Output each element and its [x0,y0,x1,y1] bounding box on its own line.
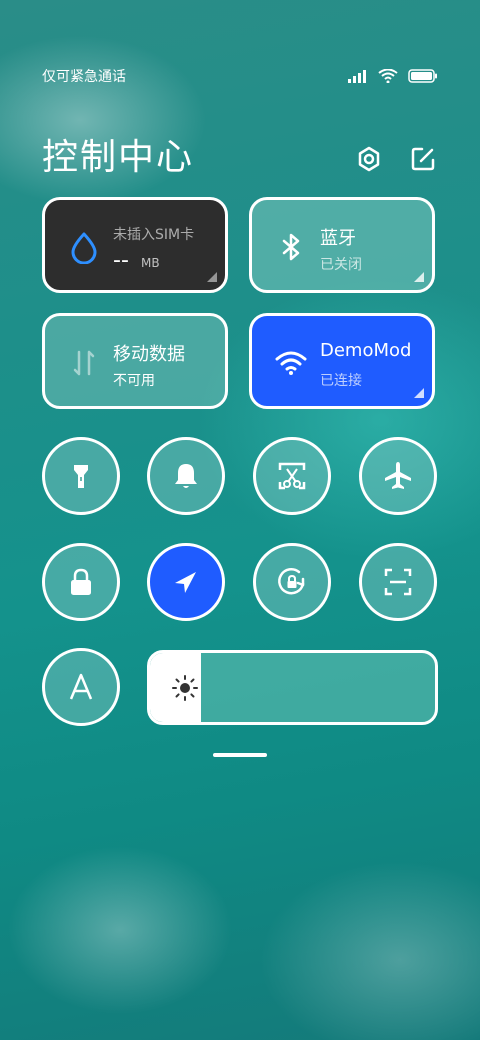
mobile-data-card[interactable]: 移动数据 不可用 [42,313,228,409]
lock-screen-toggle[interactable] [42,543,120,621]
mobile-data-status: 不可用 [113,373,155,389]
settings-icon[interactable] [354,144,384,174]
screenshot-toggle[interactable] [253,437,331,515]
status-bar: 仅可紧急通话 [42,64,438,88]
screenshot-icon [278,462,306,490]
signal-icon [348,70,366,83]
rotation-lock-toggle[interactable] [253,543,331,621]
expand-corner-icon [414,388,424,398]
mobile-data-label: 移动数据 [113,344,185,365]
sim-status-label: 未插入SIM卡 [113,227,195,243]
airplane-icon [385,462,411,489]
bell-icon [175,464,197,488]
drawer-handle[interactable] [213,753,267,757]
data-usage-value: -- [113,248,129,273]
carrier-text: 仅可紧急通话 [42,69,126,85]
scanner-toggle[interactable] [359,543,437,621]
wifi-icon [378,69,398,83]
data-usage-unit: MB [141,256,160,270]
data-usage-card[interactable]: 未插入SIM卡 -- MB [42,197,228,293]
wifi-status: 已连接 [320,373,362,389]
expand-corner-icon [414,272,424,282]
expand-corner-icon [207,272,217,282]
mobile-data-icon [73,350,95,376]
brightness-slider[interactable] [147,650,438,725]
wifi-card[interactable]: DemoMod 已连接 [249,313,435,409]
wifi-icon [275,351,307,375]
location-toggle[interactable] [147,543,225,621]
sound-toggle[interactable] [147,437,225,515]
auto-brightness-toggle[interactable] [42,648,120,726]
bluetooth-card[interactable]: 蓝牙 已关闭 [249,197,435,293]
bluetooth-icon [282,233,300,261]
flashlight-toggle[interactable] [42,437,120,515]
page-title: 控制中心 [42,137,195,178]
bluetooth-label: 蓝牙 [320,228,356,249]
header-actions [354,144,438,174]
airplane-toggle[interactable] [359,437,437,515]
sun-icon [172,675,198,701]
battery-icon [408,69,437,83]
lock-icon [71,568,91,595]
font-a-icon [69,673,93,700]
wifi-network-name: DemoMod [320,340,412,361]
bluetooth-status: 已关闭 [320,257,362,273]
location-icon [175,572,196,593]
flashlight-icon [74,465,88,488]
rotation-lock-icon [278,567,305,595]
edit-icon[interactable] [408,144,438,174]
scan-icon [384,568,412,596]
drop-icon [71,232,97,264]
